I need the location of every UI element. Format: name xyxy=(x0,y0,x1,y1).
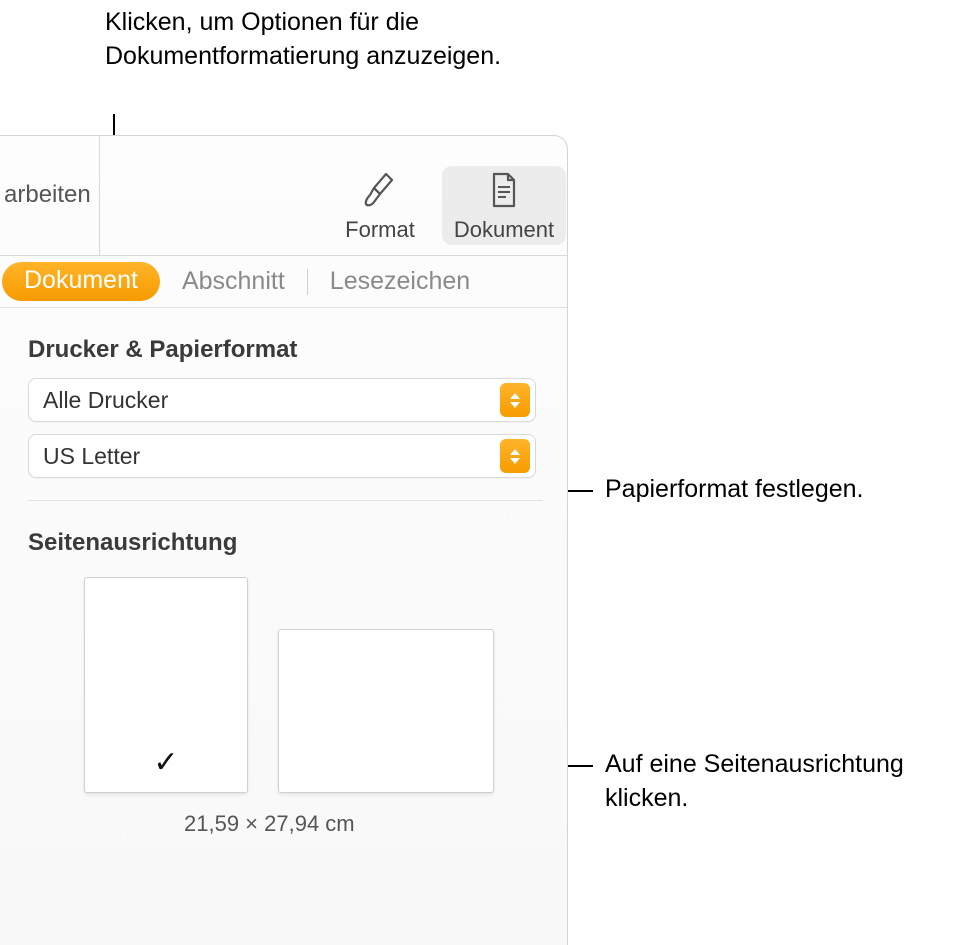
paper-size-value: US Letter xyxy=(43,443,140,470)
main-toolbar: arbeiten Format xyxy=(0,136,567,256)
document-icon xyxy=(488,167,520,213)
format-label: Format xyxy=(345,217,415,243)
printer-popup-value: Alle Drucker xyxy=(43,387,168,414)
tab-bookmarks[interactable]: Lesezeichen xyxy=(308,267,492,296)
toolbar-left-fragment: arbeiten xyxy=(0,135,100,255)
callout-orient: Auf eine Seitenausrichtung klicken. xyxy=(605,748,965,816)
checkmark-icon: ✓ xyxy=(85,745,247,780)
toolbar-left-label: arbeiten xyxy=(4,181,91,209)
page-dimensions: 21,59 × 27,94 cm xyxy=(184,811,543,837)
printer-popup[interactable]: Alle Drucker xyxy=(28,378,536,422)
format-button[interactable]: Format xyxy=(318,166,442,245)
toolbar-button-group: Format Dokument xyxy=(318,166,567,255)
section-divider xyxy=(28,500,543,501)
inspector-content: Drucker & Papierformat Alle Drucker US L… xyxy=(0,308,567,837)
inspector-subtabs: Dokument Abschnitt Lesezeichen xyxy=(0,256,567,308)
callout-paper: Papierformat festlegen. xyxy=(605,473,863,507)
paintbrush-icon xyxy=(362,167,398,213)
orientation-portrait[interactable]: ✓ xyxy=(84,577,248,793)
tab-document[interactable]: Dokument xyxy=(2,262,160,301)
inspector-panel: arbeiten Format xyxy=(0,135,568,945)
document-label: Dokument xyxy=(454,217,554,243)
orientation-options: ✓ xyxy=(84,577,543,793)
orientation-landscape[interactable] xyxy=(278,629,494,793)
paper-size-popup[interactable]: US Letter xyxy=(28,434,536,478)
callout-top: Klicken, um Optionen für die Dokumentfor… xyxy=(105,6,535,74)
document-button[interactable]: Dokument xyxy=(442,166,566,245)
printer-paper-title: Drucker & Papierformat xyxy=(28,336,543,364)
popup-arrows-icon xyxy=(500,439,530,473)
popup-arrows-icon xyxy=(500,383,530,417)
orientation-title: Seitenausrichtung xyxy=(28,529,543,557)
tab-section[interactable]: Abschnitt xyxy=(160,267,307,296)
